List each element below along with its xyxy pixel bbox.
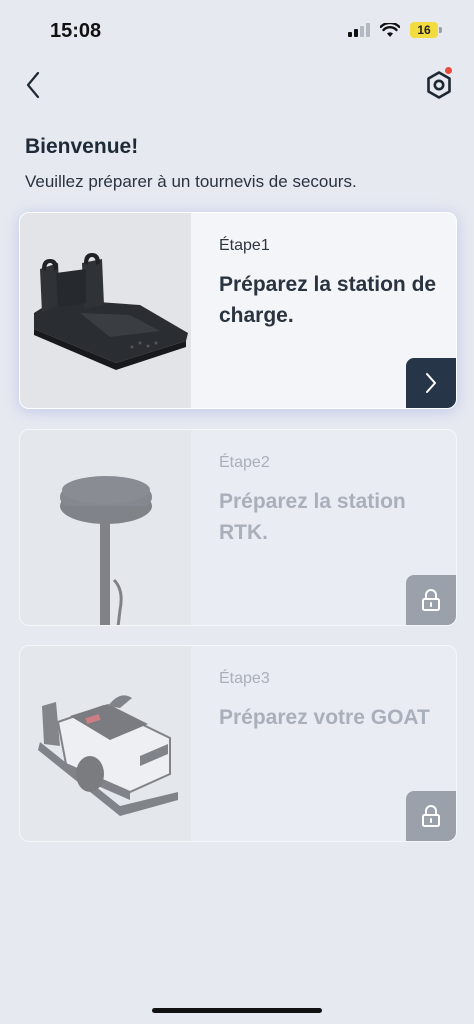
step-title: Préparez la station RTK. xyxy=(219,490,406,544)
step-label: Étape1 xyxy=(219,237,270,254)
step-card-2: Étape2 Préparez la station RTK. xyxy=(19,429,457,626)
step-title: Préparez la station de charge. xyxy=(219,273,437,327)
chevron-left-icon xyxy=(26,71,40,99)
settings-gear-icon xyxy=(427,71,451,99)
step-title: Préparez votre GOAT xyxy=(219,706,430,729)
status-time: 15:08 xyxy=(50,20,102,42)
battery-level: 16 xyxy=(410,22,438,38)
next-step-button[interactable] xyxy=(406,358,456,408)
step-label: Étape3 xyxy=(219,670,270,687)
screen: 15:08 16 Bienvenue! Veuillez préparer à … xyxy=(0,0,474,1024)
step-card-3: Étape3 Préparez votre GOAT xyxy=(19,645,457,842)
lock-icon xyxy=(422,589,440,611)
step-label: Étape2 xyxy=(219,454,270,471)
chevron-right-icon xyxy=(426,373,436,393)
status-icons: 16 xyxy=(348,22,442,38)
lock-icon xyxy=(422,805,440,827)
step-card-1[interactable]: Étape1 Préparez la station de charge. xyxy=(19,212,457,409)
settings-button[interactable] xyxy=(422,67,456,102)
home-indicator[interactable] xyxy=(152,1008,322,1013)
page-title: Bienvenue! xyxy=(25,135,139,158)
wifi-icon xyxy=(380,22,400,37)
status-bar: 15:08 16 xyxy=(0,0,474,60)
locked-indicator xyxy=(406,791,456,841)
locked-indicator xyxy=(406,575,456,625)
robot-mower-image xyxy=(20,646,191,841)
page-subtitle: Veuillez préparer à un tournevis de seco… xyxy=(25,172,357,191)
cellular-signal-icon xyxy=(348,23,370,37)
rtk-antenna-image xyxy=(20,430,191,625)
battery-icon: 16 xyxy=(410,22,442,38)
notification-dot xyxy=(445,67,452,74)
charging-station-image xyxy=(20,213,191,408)
back-button[interactable] xyxy=(18,68,48,102)
